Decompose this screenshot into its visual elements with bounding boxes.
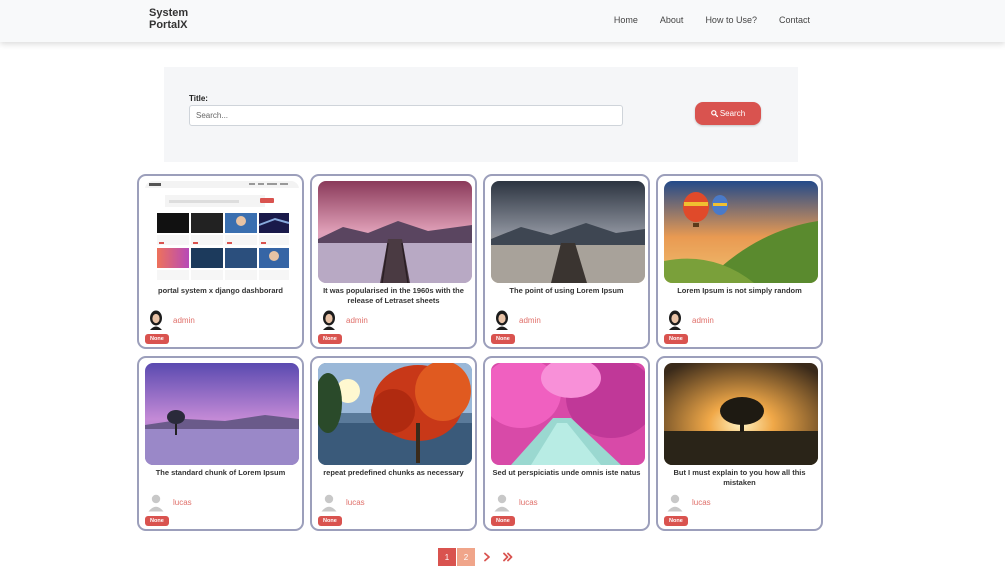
author-name[interactable]: lucas	[346, 498, 365, 507]
status-badge: None	[491, 334, 515, 344]
search-panel: Title: Search	[164, 67, 798, 162]
pagination: 1 2	[438, 548, 517, 566]
nav-link-how-to-use[interactable]: How to Use?	[705, 15, 757, 25]
post-title[interactable]: Lorem Ipsum is not simply random	[662, 286, 817, 296]
user-avatar-icon	[493, 492, 511, 512]
post-author: lucas	[666, 492, 711, 512]
post-card[interactable]: It was popularised in the 1960s with the…	[310, 174, 477, 349]
brand-line-2: PortalX	[149, 19, 188, 31]
status-badge: None	[664, 334, 688, 344]
brand-line-1: System	[149, 7, 189, 19]
double-chevron-right-icon	[503, 552, 513, 562]
nav-link-home[interactable]: Home	[614, 15, 638, 25]
post-title[interactable]: Sed ut perspiciatis unde omnis iste natu…	[489, 468, 644, 478]
post-author: admin	[493, 310, 541, 330]
status-badge: None	[664, 516, 688, 526]
author-avatar	[493, 310, 511, 330]
post-image[interactable]	[318, 181, 472, 283]
author-name[interactable]: lucas	[692, 498, 711, 507]
author-name[interactable]: lucas	[173, 498, 192, 507]
post-title[interactable]: The point of using Lorem Ipsum	[489, 286, 644, 296]
post-card[interactable]: The standard chunk of Lorem Ipsum lucas …	[137, 356, 304, 531]
post-author: lucas	[147, 492, 192, 512]
post-card[interactable]: But I must explain to you how all this m…	[656, 356, 823, 531]
author-avatar	[320, 310, 338, 330]
post-author: admin	[147, 310, 195, 330]
post-card[interactable]: Lorem Ipsum is not simply random admin N…	[656, 174, 823, 349]
chevron-right-icon	[484, 552, 490, 562]
post-image[interactable]	[664, 363, 818, 465]
navbar: System PortalX Home About How to Use? Co…	[0, 0, 1005, 42]
user-avatar-icon	[320, 492, 338, 512]
status-badge: None	[145, 516, 169, 526]
author-avatar	[147, 310, 165, 330]
nav-link-contact[interactable]: Contact	[779, 15, 810, 25]
post-card[interactable]: repeat predefined chunks as necessary lu…	[310, 356, 477, 531]
status-badge: None	[491, 516, 515, 526]
user-avatar-icon	[666, 492, 684, 512]
status-badge: None	[318, 334, 342, 344]
post-image[interactable]	[664, 181, 818, 283]
post-title[interactable]: The standard chunk of Lorem Ipsum	[143, 468, 298, 478]
post-image[interactable]	[145, 363, 299, 465]
author-name[interactable]: admin	[519, 316, 541, 325]
post-image[interactable]	[491, 363, 645, 465]
post-image[interactable]	[318, 363, 472, 465]
post-card[interactable]: portal system x django dashborard admin …	[137, 174, 304, 349]
nav-links: Home About How to Use? Contact	[592, 15, 810, 25]
post-card[interactable]: The point of using Lorem Ipsum admin Non…	[483, 174, 650, 349]
post-author: lucas	[320, 492, 365, 512]
post-author: admin	[666, 310, 714, 330]
search-button[interactable]: Search	[695, 102, 761, 125]
user-avatar-icon	[147, 492, 165, 512]
author-name[interactable]: admin	[346, 316, 368, 325]
author-name[interactable]: admin	[692, 316, 714, 325]
author-name[interactable]: lucas	[519, 498, 538, 507]
page-1-button[interactable]: 1	[438, 548, 456, 566]
post-author: admin	[320, 310, 368, 330]
post-image[interactable]	[145, 181, 299, 283]
post-author: lucas	[493, 492, 538, 512]
search-input[interactable]	[189, 105, 623, 126]
title-label: Title:	[189, 94, 208, 103]
author-avatar	[666, 310, 684, 330]
post-title[interactable]: But I must explain to you how all this m…	[662, 468, 817, 488]
status-badge: None	[318, 516, 342, 526]
post-title[interactable]: It was popularised in the 1960s with the…	[316, 286, 471, 306]
search-button-label: Search	[719, 109, 746, 118]
nav-link-about[interactable]: About	[660, 15, 684, 25]
last-page-button[interactable]	[499, 548, 517, 566]
search-icon	[710, 110, 718, 117]
brand-logo[interactable]: System PortalX	[149, 7, 188, 31]
post-title[interactable]: portal system x django dashborard	[143, 286, 298, 296]
page-2-button[interactable]: 2	[457, 548, 475, 566]
post-title[interactable]: repeat predefined chunks as necessary	[316, 468, 471, 478]
next-page-button[interactable]	[478, 548, 496, 566]
post-image[interactable]	[491, 181, 645, 283]
status-badge: None	[145, 334, 169, 344]
post-card[interactable]: Sed ut perspiciatis unde omnis iste natu…	[483, 356, 650, 531]
author-name[interactable]: admin	[173, 316, 195, 325]
